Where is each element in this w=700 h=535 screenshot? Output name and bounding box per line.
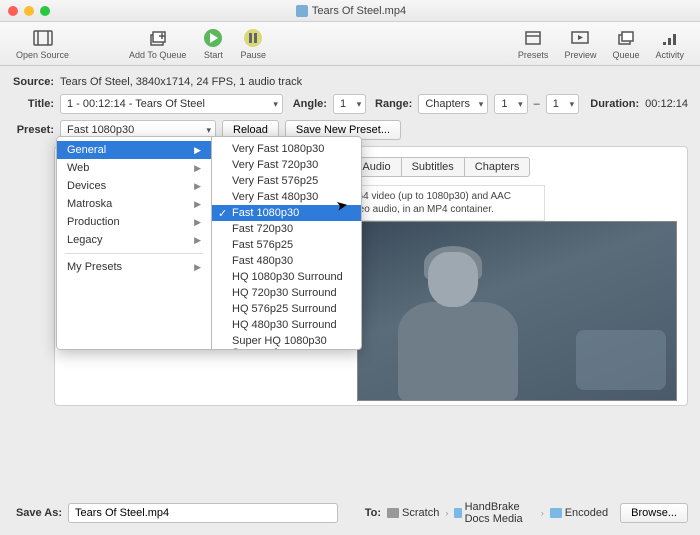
open-source-label: Open Source	[16, 50, 69, 60]
preview-icon	[569, 27, 591, 49]
title-label: Title:	[12, 98, 54, 110]
activity-icon	[659, 27, 681, 49]
window-title-text: Tears Of Steel.mp4	[312, 5, 406, 17]
preset-category-list: General▶Web▶Devices▶Matroska▶Production▶…	[56, 136, 212, 350]
toolbar: Open Source Add To Queue Start Pause Pre…	[0, 22, 700, 66]
preset-category-legacy[interactable]: Legacy▶	[57, 231, 211, 249]
preset-item[interactable]: Very Fast 1080p30	[212, 141, 361, 157]
presets-button[interactable]: Presets	[512, 25, 555, 62]
presets-icon	[522, 27, 544, 49]
preset-description: H.264 video (up to 1080p30) and AAC ster…	[335, 185, 545, 221]
range-from-select[interactable]: 1	[494, 94, 527, 114]
preset-item[interactable]: Very Fast 720p30	[212, 157, 361, 173]
add-to-queue-button[interactable]: Add To Queue	[123, 25, 192, 62]
range-type-select[interactable]: Chapters	[418, 94, 488, 114]
preset-category-devices[interactable]: Devices▶	[57, 177, 211, 195]
activity-label: Activity	[655, 50, 684, 60]
titlebar: Tears Of Steel.mp4	[0, 0, 700, 22]
pause-label: Pause	[240, 50, 266, 60]
preset-category-web[interactable]: Web▶	[57, 159, 211, 177]
path-segment-1[interactable]: HandBrake Docs Media	[454, 501, 534, 525]
source-label: Source:	[12, 76, 54, 88]
browse-button[interactable]: Browse...	[620, 503, 688, 523]
preset-item[interactable]: HQ 576p25 Surround	[212, 301, 361, 317]
activity-button[interactable]: Activity	[649, 25, 690, 62]
film-icon	[32, 27, 54, 49]
preset-category-production[interactable]: Production▶	[57, 213, 211, 231]
start-label: Start	[204, 50, 223, 60]
preset-item[interactable]: Very Fast 576p25	[212, 173, 361, 189]
add-queue-icon	[147, 27, 169, 49]
file-icon	[296, 5, 308, 17]
save-as-input[interactable]	[68, 503, 338, 523]
minimize-window-button[interactable]	[24, 6, 34, 16]
angle-label: Angle:	[289, 98, 327, 110]
duration-value: 00:12:14	[645, 98, 688, 110]
preview-button[interactable]: Preview	[558, 25, 602, 62]
preset-label: Preset:	[12, 124, 54, 136]
pause-icon	[242, 27, 264, 49]
play-icon	[202, 27, 224, 49]
preset-item[interactable]: Fast 720p30	[212, 221, 361, 237]
video-preview	[357, 221, 677, 401]
save-as-label: Save As:	[12, 507, 62, 519]
presets-label: Presets	[518, 50, 549, 60]
queue-label: Queue	[612, 50, 639, 60]
title-value: 1 - 00:12:14 - Tears Of Steel	[67, 98, 205, 110]
preset-item[interactable]: Fast 576p25	[212, 237, 361, 253]
preset-value: Fast 1080p30	[67, 124, 134, 136]
range-to-select[interactable]: 1	[546, 94, 579, 114]
path-segment-2[interactable]: Encoded	[550, 507, 608, 519]
bottom-bar: Save As: To: Scratch › HandBrake Docs Me…	[12, 501, 688, 525]
path-segment-0[interactable]: Scratch	[387, 507, 439, 519]
pause-button[interactable]: Pause	[234, 25, 272, 62]
preset-category-my-presets[interactable]: My Presets▶	[57, 258, 211, 276]
folder-icon	[454, 508, 461, 518]
range-from-value: 1	[501, 98, 507, 110]
tab-chapters[interactable]: Chapters	[464, 157, 531, 177]
preset-category-matroska[interactable]: Matroska▶	[57, 195, 211, 213]
preview-label: Preview	[564, 50, 596, 60]
preset-item[interactable]: Fast 480p30	[212, 253, 361, 269]
queue-button[interactable]: Queue	[606, 25, 645, 62]
range-to-value: 1	[553, 98, 559, 110]
close-window-button[interactable]	[8, 6, 18, 16]
open-source-button[interactable]: Open Source	[10, 25, 75, 62]
folder-icon	[550, 508, 562, 518]
preset-item[interactable]: HQ 720p30 Surround	[212, 285, 361, 301]
range-dash: –	[534, 98, 540, 110]
path-text-2: Encoded	[565, 507, 608, 519]
preset-dropdown: General▶Web▶Devices▶Matroska▶Production▶…	[56, 136, 362, 350]
range-label: Range:	[372, 98, 412, 110]
queue-icon	[615, 27, 637, 49]
preset-category-general[interactable]: General▶	[57, 141, 211, 159]
preset-sub-list: Very Fast 1080p30Very Fast 720p30Very Fa…	[212, 136, 362, 350]
preset-item[interactable]: HQ 1080p30 Surround	[212, 269, 361, 285]
chevron-right-icon: ›	[541, 508, 544, 518]
tab-subtitles[interactable]: Subtitles	[401, 157, 465, 177]
zoom-window-button[interactable]	[40, 6, 50, 16]
path-text-0: Scratch	[402, 507, 439, 519]
to-label: To:	[361, 507, 381, 519]
window-controls	[8, 6, 50, 16]
cursor-icon: ➤	[335, 196, 350, 215]
angle-select[interactable]: 1	[333, 94, 366, 114]
duration-label: Duration:	[585, 98, 639, 110]
drive-icon	[387, 508, 399, 518]
source-value: Tears Of Steel, 3840x1714, 24 FPS, 1 aud…	[60, 76, 302, 88]
add-to-queue-label: Add To Queue	[129, 50, 186, 60]
window-title: Tears Of Steel.mp4	[50, 5, 652, 17]
chevron-right-icon: ›	[445, 508, 448, 518]
range-type-value: Chapters	[425, 98, 470, 110]
path-text-1: HandBrake Docs Media	[465, 501, 535, 525]
angle-value: 1	[340, 98, 346, 110]
title-select[interactable]: 1 - 00:12:14 - Tears Of Steel	[60, 94, 283, 114]
preset-item[interactable]: HQ 480p30 Surround	[212, 317, 361, 333]
preset-item[interactable]: Super HQ 1080p30 Surround	[212, 333, 361, 350]
start-button[interactable]: Start	[196, 25, 230, 62]
